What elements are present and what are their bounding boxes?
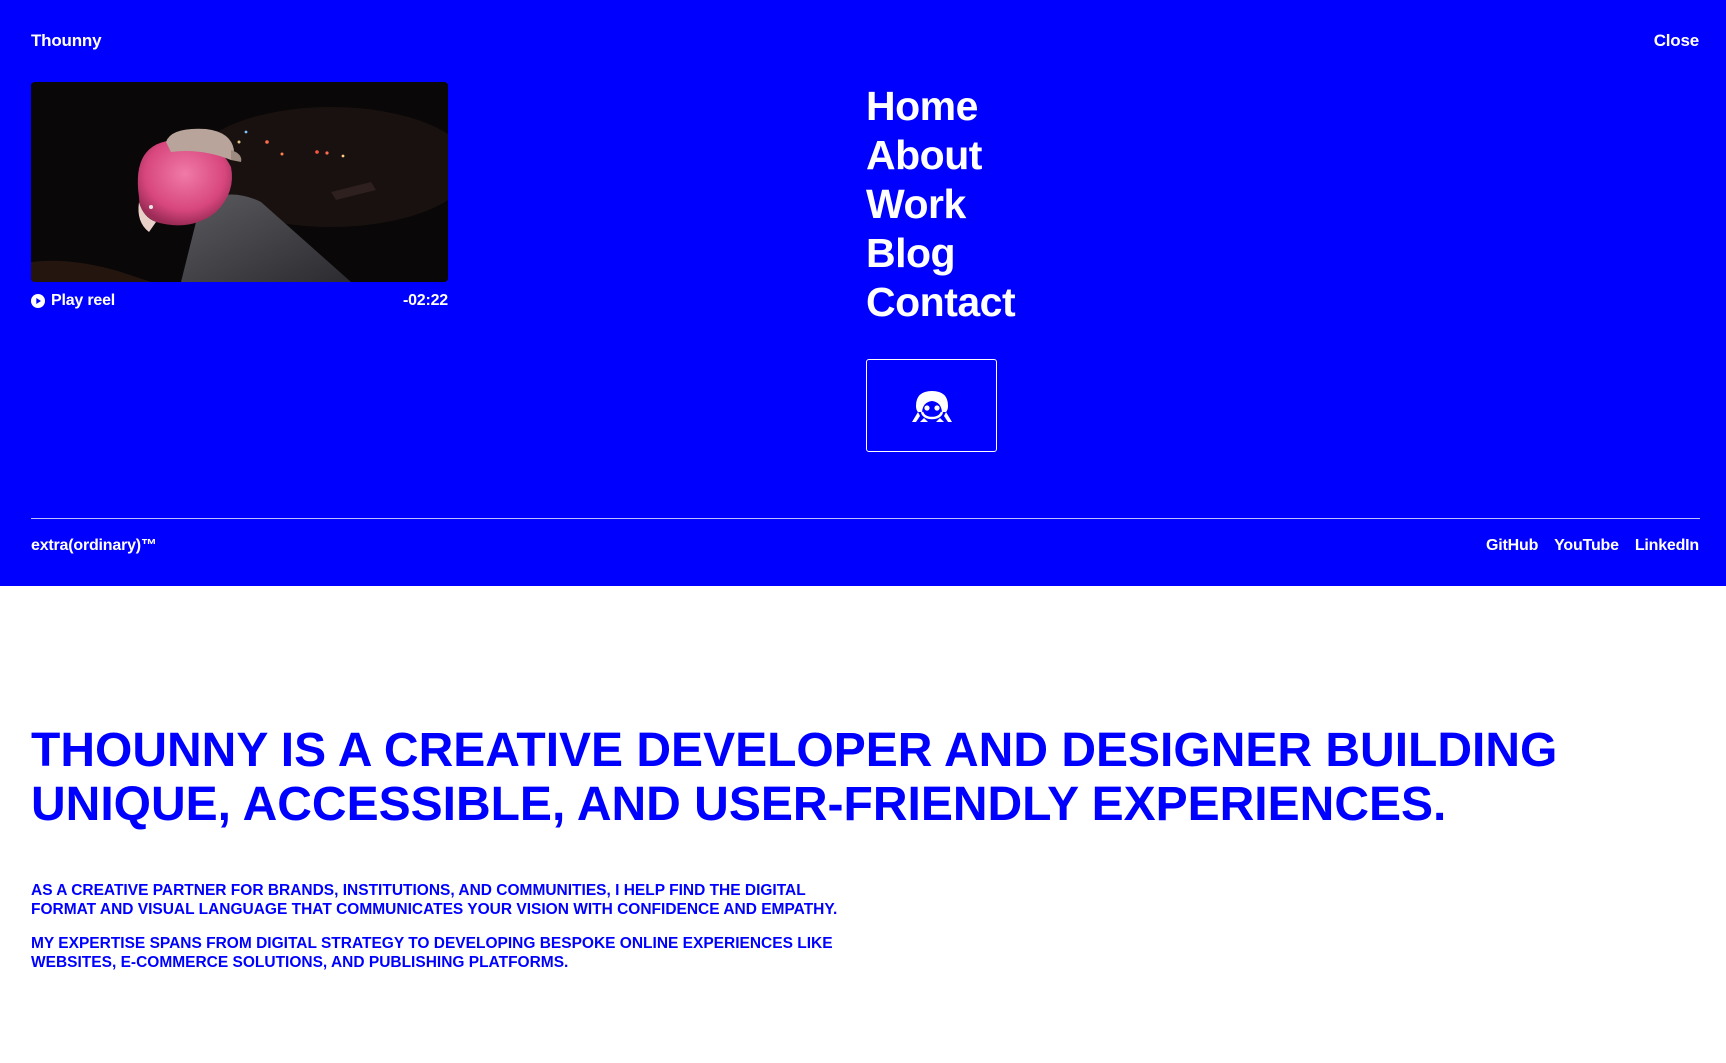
nav-item-about[interactable]: About: [866, 131, 1015, 180]
nav-item-blog[interactable]: Blog: [866, 229, 1015, 278]
social-link-linkedin[interactable]: LinkedIn: [1635, 537, 1699, 555]
close-button[interactable]: Close: [1654, 31, 1699, 51]
nav-item-work[interactable]: Work: [866, 180, 1015, 229]
menu-overlay: Thounny Close Play reel -02:22 Home Abou…: [0, 0, 1726, 586]
play-reel-button[interactable]: Play reel: [31, 292, 115, 310]
nav-item-contact[interactable]: Contact: [866, 278, 1016, 327]
footer-divider: [31, 518, 1700, 519]
intro-paragraph: MY EXPERTISE SPANS FROM DIGITAL STRATEGY…: [31, 935, 833, 971]
social-link-github[interactable]: GitHub: [1486, 537, 1538, 555]
logo-button[interactable]: [866, 359, 997, 452]
footer-tagline: extra(ordinary)™: [31, 537, 157, 554]
reel-time-remaining: -02:22: [402, 292, 448, 309]
nav-item-home[interactable]: Home: [866, 82, 1015, 131]
brand-logo-text[interactable]: Thounny: [31, 31, 102, 51]
mascot-logo-icon: [911, 390, 952, 422]
intro-paragraph: AS A CREATIVE PARTNER FOR BRANDS, INSTIT…: [31, 882, 838, 918]
play-reel-label: Play reel: [51, 292, 116, 309]
reel-controls: Play reel -02:22: [31, 292, 448, 310]
social-links: GitHub YouTube LinkedIn: [1486, 537, 1699, 555]
hero-headline: THOUNNY IS A CREATIVE DEVELOPER AND DESI…: [31, 724, 1558, 831]
play-circle-icon: [31, 294, 45, 308]
reel-player: Play reel -02:22: [31, 82, 448, 310]
intro-text: AS A CREATIVE PARTNER FOR BRANDS, INSTIT…: [31, 881, 861, 987]
main-navigation: Home About Work Blog Contact: [866, 82, 1016, 327]
reel-thumbnail-image: [31, 82, 448, 282]
reel-thumbnail[interactable]: [31, 82, 448, 282]
social-link-youtube[interactable]: YouTube: [1554, 537, 1619, 555]
